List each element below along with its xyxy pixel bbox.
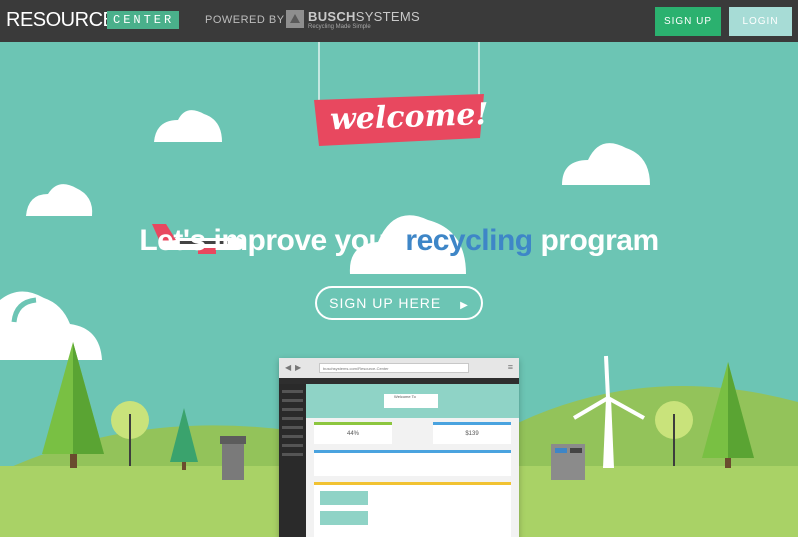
menu-icon: ≡: [507, 362, 513, 372]
signup-here-button[interactable]: SIGN UP HERE ▶: [315, 286, 483, 320]
signup-button[interactable]: SIGN UP: [655, 7, 721, 36]
login-button[interactable]: LOGIN: [729, 7, 792, 36]
preview-sidebar: [279, 384, 306, 537]
preview-welcome-card: Welcome To: [384, 394, 438, 408]
preview-url-field: buschsystems.com/Resource-Center: [319, 363, 469, 373]
preview-stat-card-right: $139: [433, 422, 511, 444]
top-navbar: RESOURCE CENTER POWERED BY BUSCHSYSTEMS …: [0, 0, 798, 42]
preview-main-panel: Welcome To 44% $139: [306, 384, 519, 537]
preview-panel-middle: [314, 450, 511, 476]
preview-stat-card-left: 44%: [314, 422, 392, 444]
welcome-banner-text: welcome!: [329, 96, 490, 138]
caret-right-icon: ▶: [460, 300, 469, 311]
logo-center-badge[interactable]: CENTER: [107, 11, 180, 29]
preview-browser-bar: ◀ ▶ buschsystems.com/Resource-Center ≡: [279, 358, 519, 378]
partner-tagline: Recycling Made Simple: [308, 24, 371, 30]
partner-name[interactable]: BUSCHSYSTEMS: [308, 9, 420, 24]
app-preview-screenshot: ◀ ▶ buschsystems.com/Resource-Center ≡ W…: [279, 358, 519, 537]
powered-by-label: POWERED BY: [205, 14, 285, 26]
preview-header-band: Welcome To: [306, 384, 519, 418]
preview-panel-bottom: [314, 482, 511, 537]
hero-scene: welcome! Let's improve your recycling pr…: [0, 42, 798, 537]
logo-resource-text[interactable]: RESOURCE: [6, 9, 116, 32]
busch-logo-icon: [286, 10, 304, 28]
back-arrow-icon: ◀: [285, 363, 292, 372]
hero-headline: Let's improve your recycling program: [139, 224, 659, 257]
forward-arrow-icon: ▶: [295, 363, 302, 372]
